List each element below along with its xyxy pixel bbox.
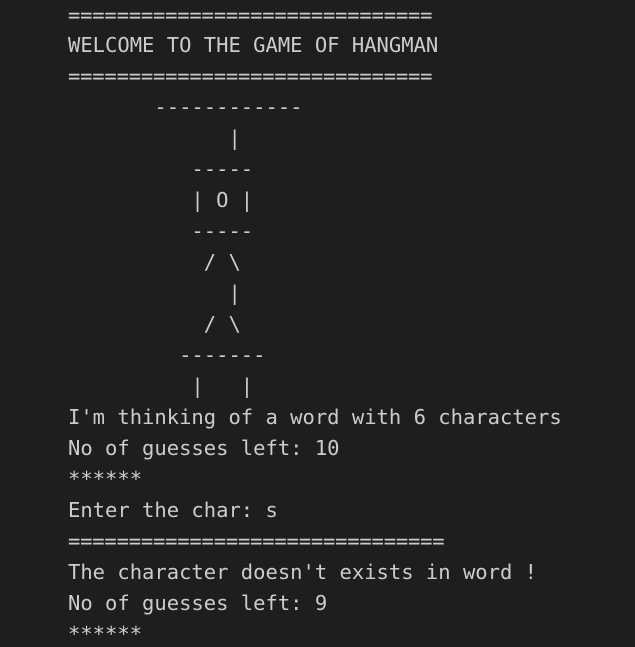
masked-word-2: ******: [68, 622, 143, 646]
hangman-head-bottom: -----: [68, 219, 254, 243]
banner-rule-bottom: ==============================: [68, 64, 433, 88]
terminal-output: ============================== WELCOME T…: [0, 0, 635, 647]
hangman-face: | O |: [68, 188, 254, 212]
wrong-guess-message: The character doesn't exists in word !: [68, 560, 537, 584]
hangman-legs: / \: [68, 312, 241, 336]
banner-rule-top: ==============================: [68, 3, 433, 27]
guesses-left-1: No of guesses left: 10: [68, 436, 340, 460]
separator-rule: ===============================: [68, 529, 445, 553]
hangman-body: |: [68, 281, 241, 305]
guesses-left-2: No of guesses left: 9: [68, 591, 328, 615]
gallows-platform: -------: [68, 343, 266, 367]
input-prompt: Enter the char: s: [68, 498, 278, 522]
gallows-rope: |: [68, 126, 241, 150]
gallows-base: | |: [68, 374, 254, 398]
gallows-beam: ------------: [68, 95, 303, 119]
word-length-message: I'm thinking of a word with 6 characters: [68, 405, 562, 429]
masked-word-1: ******: [68, 467, 143, 491]
hangman-arms: / \: [68, 250, 241, 274]
hangman-head-top: -----: [68, 157, 254, 181]
banner-title: WELCOME TO THE GAME OF HANGMAN: [68, 33, 439, 57]
